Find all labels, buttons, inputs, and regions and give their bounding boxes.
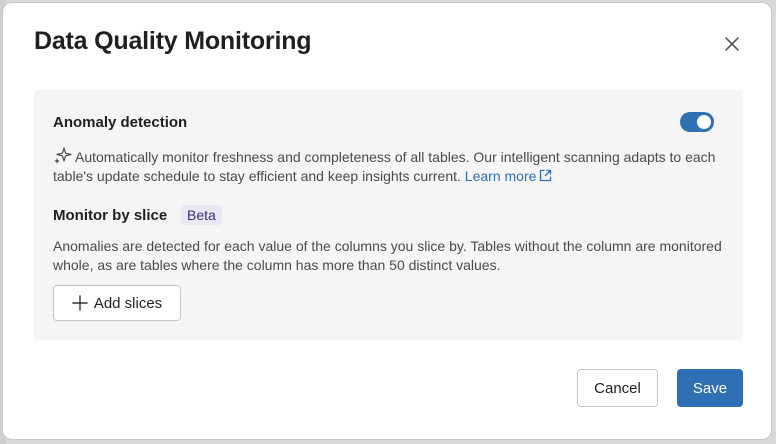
close-icon <box>725 37 739 51</box>
data-quality-monitoring-dialog: Data Quality Monitoring Anomaly detectio… <box>2 2 772 440</box>
cancel-button[interactable]: Cancel <box>577 369 658 407</box>
save-button[interactable]: Save <box>677 369 743 407</box>
settings-panel: Anomaly detection Automatically monitor … <box>34 90 743 340</box>
beta-badge: Beta <box>181 205 222 225</box>
dialog-title: Data Quality Monitoring <box>34 27 312 55</box>
plus-icon <box>72 295 88 311</box>
anomaly-detection-toggle[interactable] <box>680 112 714 132</box>
add-slices-label: Add slices <box>93 294 163 312</box>
close-button[interactable] <box>721 33 743 55</box>
external-link-icon <box>540 169 552 182</box>
toggle-knob <box>697 115 711 129</box>
monitor-by-slice-heading: Monitor by slice <box>53 207 168 224</box>
anomaly-detection-heading: Anomaly detection <box>53 114 188 131</box>
add-slices-button[interactable]: Add slices <box>53 285 181 321</box>
learn-more-link[interactable]: Learn more <box>465 168 553 184</box>
anomaly-detection-description-block: Automatically monitor freshness and comp… <box>53 147 725 186</box>
learn-more-label: Learn more <box>464 168 537 184</box>
sparkle-icon <box>54 147 72 164</box>
anomaly-detection-description: Automatically monitor freshness and comp… <box>53 149 716 184</box>
monitor-by-slice-description: Anomalies are detected for each value of… <box>53 238 722 273</box>
